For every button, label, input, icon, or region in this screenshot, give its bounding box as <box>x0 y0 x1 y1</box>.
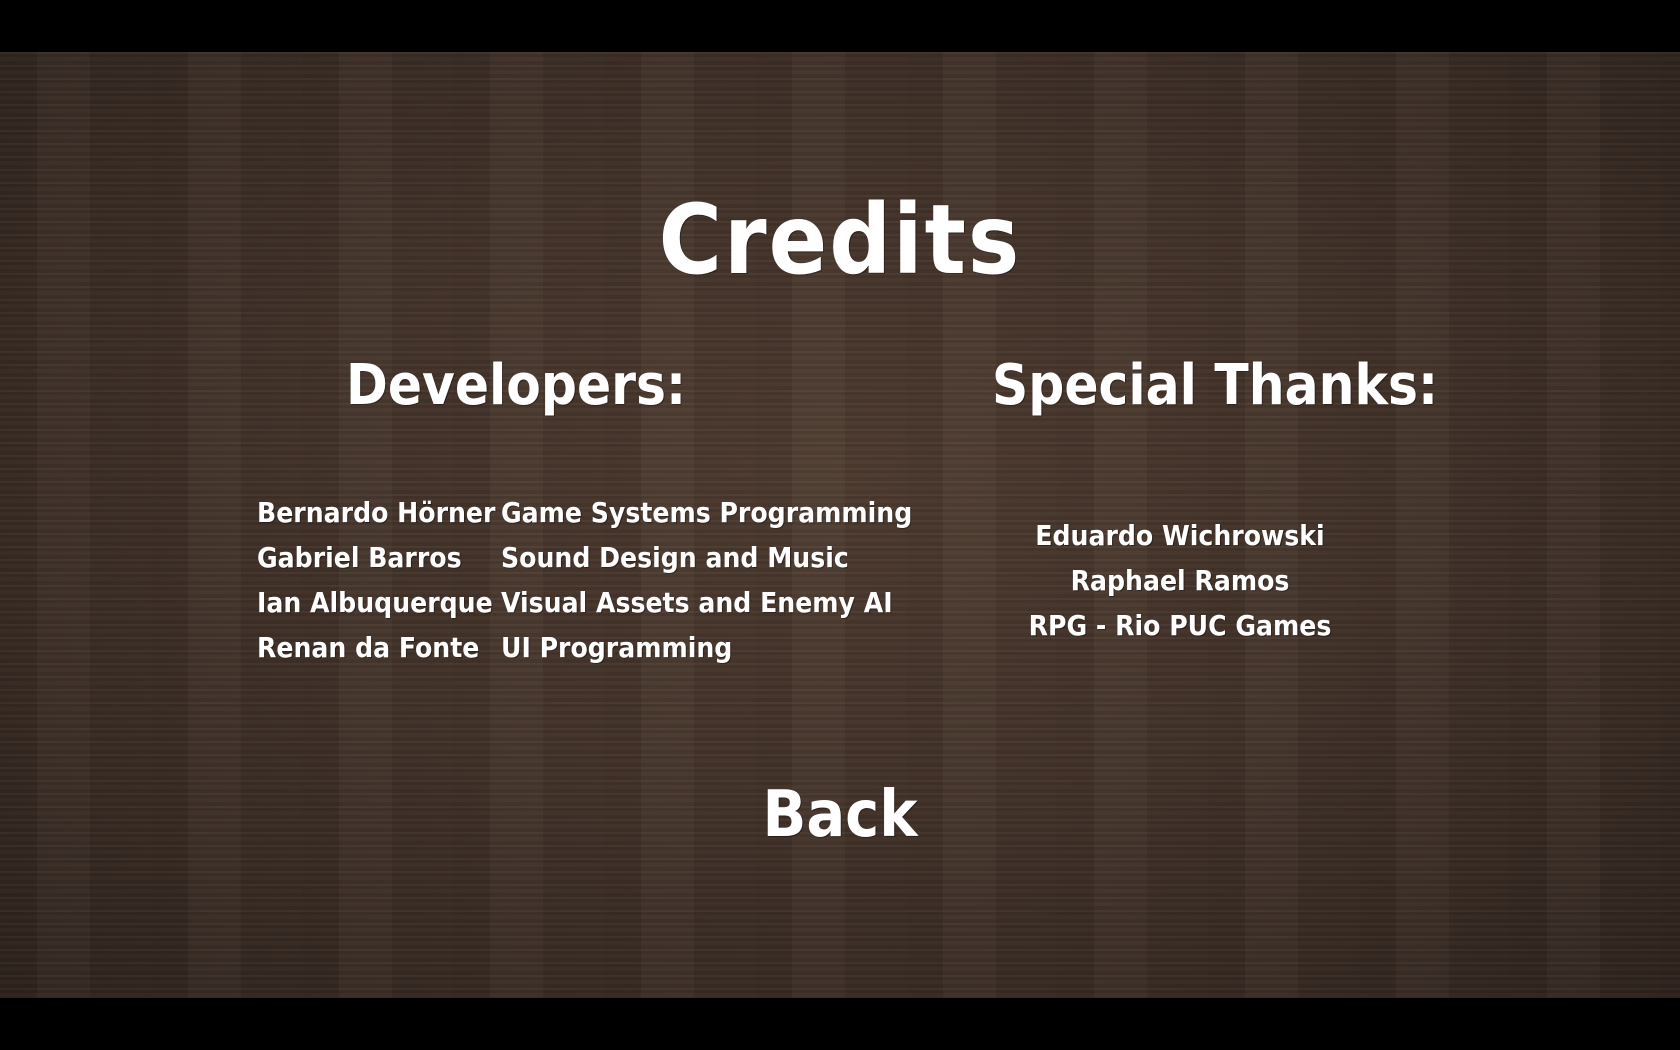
back-button[interactable]: Back <box>0 778 1680 852</box>
thanks-name: RPG - Rio PUC Games <box>1028 609 1332 642</box>
developer-role: Visual Assets and Enemy AI <box>501 586 893 619</box>
developer-name: Ian Albuquerque <box>257 586 493 619</box>
developer-role: Sound Design and Music <box>501 541 849 574</box>
developer-roles-list: Game Systems Programming Sound Design an… <box>501 490 912 670</box>
credits-title: Credits <box>658 184 1022 296</box>
letterbox-top <box>0 0 1680 52</box>
developer-role: Game Systems Programming <box>501 496 913 529</box>
developer-names-list: Bernardo Hörner Gabriel Barros Ian Albuq… <box>257 490 495 670</box>
developers-heading: Developers: <box>346 353 687 418</box>
credits-screen: Credits Developers: Special Thanks: Bern… <box>0 0 1680 1050</box>
special-thanks-heading: Special Thanks: <box>992 353 1439 418</box>
letterbox-bottom <box>0 998 1680 1050</box>
special-thanks-list: Eduardo Wichrowski Raphael Ramos RPG - R… <box>1000 513 1360 648</box>
thanks-name: Raphael Ramos <box>1070 564 1290 597</box>
thanks-name: Eduardo Wichrowski <box>1035 519 1325 552</box>
developer-name: Renan da Fonte <box>257 631 480 664</box>
developer-name: Gabriel Barros <box>257 541 462 574</box>
developer-name: Bernardo Hörner <box>257 496 496 529</box>
developer-role: UI Programming <box>501 631 733 664</box>
